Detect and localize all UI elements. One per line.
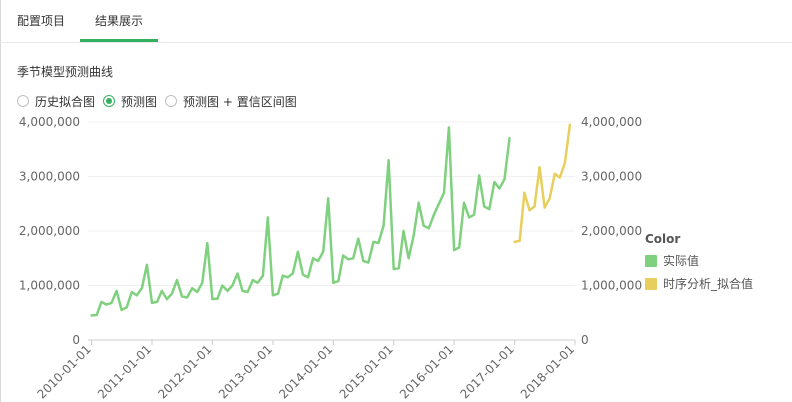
y-tick-label-right: 1,000,000 xyxy=(581,279,642,293)
y-tick-label-right: 0 xyxy=(581,333,589,347)
legend-swatch-fitted xyxy=(645,277,657,290)
y-tick-label-left: 3,000,000 xyxy=(19,170,80,184)
y-tick-label-left: 0 xyxy=(72,333,80,347)
legend-title: Color xyxy=(645,232,681,246)
x-tick-label: 2017-01-01 xyxy=(458,342,517,401)
y-tick-label-right: 4,000,000 xyxy=(581,115,642,129)
x-tick-label: 2012-01-01 xyxy=(155,342,214,401)
x-tick-label: 2013-01-01 xyxy=(216,342,275,401)
x-tick-label: 2011-01-01 xyxy=(95,342,154,401)
y-tick-label-left: 1,000,000 xyxy=(19,279,80,293)
x-tick-label: 2015-01-01 xyxy=(337,342,396,401)
series-line-fitted xyxy=(513,123,572,244)
y-tick-label-right: 2,000,000 xyxy=(581,224,642,238)
legend-swatch-actual xyxy=(645,254,657,267)
chart-legend: Color 实际值 时序分析_拟合值 xyxy=(645,232,753,298)
y-tick-label-left: 2,000,000 xyxy=(19,224,80,238)
legend-label-actual: 实际值 xyxy=(663,254,700,268)
forecast-line-chart: 0 0 1,000,000 1,000,000 2,000,000 2,000,000 3,… xyxy=(19,115,642,401)
x-tick-label: 2014-01-01 xyxy=(276,342,335,401)
legend-label-fitted: 时序分析_拟合值 xyxy=(663,277,754,291)
x-tick-label: 2010-01-01 xyxy=(35,342,94,401)
x-tick-label: 2016-01-01 xyxy=(397,342,456,401)
legend-item-actual[interactable]: 实际值 xyxy=(645,252,753,269)
series-line-actual xyxy=(90,126,511,317)
x-tick-label: 2018-01-01 xyxy=(518,342,577,401)
y-tick-label-right: 3,000,000 xyxy=(581,170,642,184)
legend-item-fitted[interactable]: 时序分析_拟合值 xyxy=(645,275,753,292)
y-tick-label-left: 4,000,000 xyxy=(19,115,80,129)
